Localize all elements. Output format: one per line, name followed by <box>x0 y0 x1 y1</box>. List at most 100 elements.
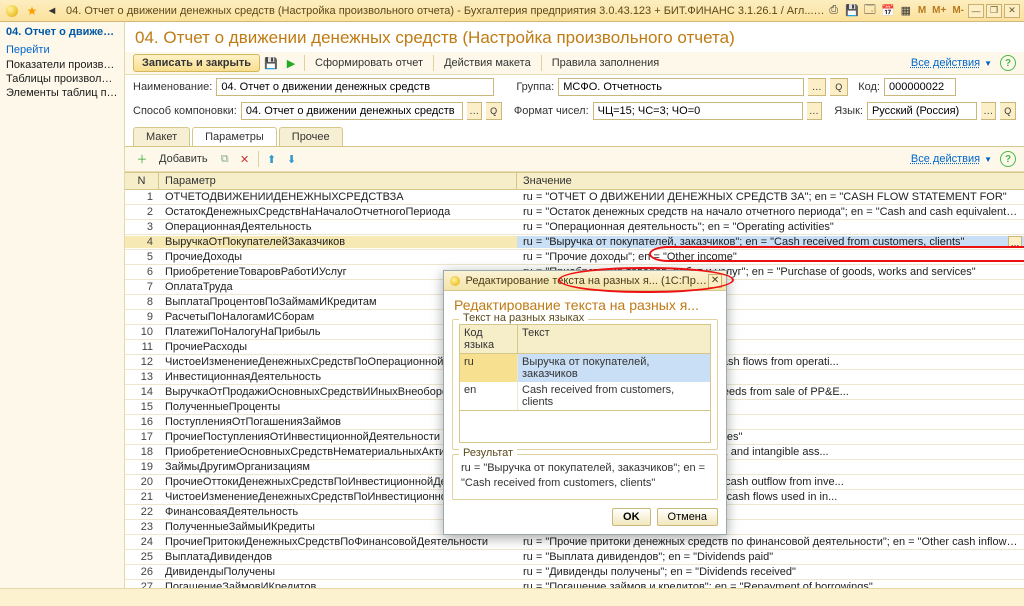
numfmt-input[interactable] <box>593 102 803 120</box>
separator <box>304 55 305 71</box>
nav-link-1[interactable]: Показатели произвольны... <box>6 58 118 72</box>
layout-select-button[interactable]: … <box>467 102 483 120</box>
favorite-icon[interactable]: ★ <box>24 3 40 19</box>
dlg-cell-text: Cash received from customers, clients <box>518 382 710 410</box>
table-row[interactable]: 1ОТЧЕТОДВИЖЕНИИДЕНЕЖНЫХСРЕДСТВЗАru = "ОТ… <box>125 190 1024 205</box>
cell-n: 22 <box>125 506 159 518</box>
tab-layout[interactable]: Макет <box>133 127 190 146</box>
table-row[interactable]: 24ПрочиеПритокиДенежныхСредствПоФинансов… <box>125 535 1024 550</box>
col-value: Значение <box>517 173 1024 189</box>
dialog-fieldset-result: Результат ru = "Выручка от покупателей, … <box>452 454 718 500</box>
dropdown-icon[interactable]: ▼ <box>984 59 992 68</box>
tb-grid-icon[interactable]: ▦ <box>898 3 914 19</box>
tb-print-icon[interactable]: ⎙ <box>826 3 842 19</box>
cell-n: 1 <box>125 191 159 203</box>
lang-select-button[interactable]: … <box>981 102 997 120</box>
cell-n: 4 <box>125 236 159 248</box>
move-up-icon[interactable]: ⬆ <box>263 150 281 168</box>
nav-link-3[interactable]: Элементы таблиц произв... <box>6 86 118 100</box>
numfmt-select-button[interactable]: … <box>807 102 823 120</box>
table-row[interactable]: 3ОперационнаяДеятельностьru = "Операцион… <box>125 220 1024 235</box>
tb-calc-icon[interactable]: 🗔 <box>862 3 878 19</box>
window-close[interactable]: ✕ <box>1004 4 1020 18</box>
nav-link-2[interactable]: Таблицы произвольных о... <box>6 72 118 86</box>
cell-value[interactable]: ru = "Выручка от покупателей, заказчиков… <box>517 236 1024 248</box>
save-icon[interactable]: 💾 <box>262 54 280 72</box>
tab-parameters[interactable]: Параметры <box>192 127 277 146</box>
name-label: Наименование: <box>133 81 212 93</box>
save-close-button[interactable]: Записать и закрыть <box>133 54 260 72</box>
dlg-cell-text: Выручка от покупателей, заказчиков <box>518 354 710 382</box>
window-restore[interactable]: ❐ <box>986 4 1002 18</box>
cell-n: 7 <box>125 281 159 293</box>
dialog-close-button[interactable]: ✕ <box>708 274 722 288</box>
cell-param: ДивидендыПолучены <box>159 566 517 578</box>
status-bar <box>0 588 1024 606</box>
grid-header: N Параметр Значение <box>125 172 1024 190</box>
fieldset-legend-texts: Текст на разных языках <box>459 312 588 324</box>
group-open-button[interactable]: Q <box>830 78 848 96</box>
help-icon[interactable]: ? <box>1000 151 1016 167</box>
cell-value: ru = "Выплата дивидендов"; en = "Dividen… <box>517 551 1024 563</box>
dialog-row[interactable]: enCash received from customers, clients <box>460 382 710 410</box>
tb-m[interactable]: M <box>916 5 928 16</box>
window-minimize[interactable]: — <box>968 4 984 18</box>
group-select-button[interactable]: … <box>808 78 826 96</box>
cell-n: 27 <box>125 581 159 588</box>
dialog-icon <box>448 273 462 289</box>
layout-actions-button[interactable]: Действия макета <box>438 55 537 71</box>
move-down-icon[interactable]: ⬇ <box>283 150 301 168</box>
name-input[interactable] <box>216 78 494 96</box>
cell-value: ru = "Прочие доходы"; en = "Other income… <box>517 251 1024 263</box>
cell-n: 10 <box>125 326 159 338</box>
cell-n: 15 <box>125 401 159 413</box>
play-icon[interactable]: ▶ <box>282 54 300 72</box>
fill-rules-button[interactable]: Правила заполнения <box>546 55 666 71</box>
dialog-ok-button[interactable]: OK <box>612 508 651 526</box>
all-actions-link[interactable]: Все действия <box>911 57 980 69</box>
cell-edit-button[interactable]: … <box>1008 236 1022 248</box>
dialog-title-text: Редактирование текста на разных я... (1С… <box>466 275 709 287</box>
dialog-cancel-button[interactable]: Отмена <box>657 508 718 526</box>
cell-param: ПрочиеДоходы <box>159 251 517 263</box>
layout-open-button[interactable]: Q <box>486 102 502 120</box>
table-row[interactable]: 5ПрочиеДоходыru = "Прочие доходы"; en = … <box>125 250 1024 265</box>
add-button[interactable]: Добавить <box>153 151 214 167</box>
fieldset-legend-result: Результат <box>459 447 517 459</box>
col-param: Параметр <box>159 173 517 189</box>
lang-input[interactable] <box>867 102 977 120</box>
dialog-grid[interactable]: ruВыручка от покупателей, заказчиковenCa… <box>459 354 711 411</box>
separator <box>433 55 434 71</box>
layout-input[interactable] <box>241 102 463 120</box>
help-icon[interactable]: ? <box>1000 55 1016 71</box>
tb-mplus[interactable]: M+ <box>930 5 948 16</box>
add-icon[interactable]: ＋ <box>133 150 151 168</box>
dialog-row[interactable]: ruВыручка от покупателей, заказчиков <box>460 354 710 382</box>
code-input[interactable] <box>884 78 956 96</box>
cell-n: 26 <box>125 566 159 578</box>
table-row[interactable]: 27ПогашениеЗаймовИКредитовru = "Погашени… <box>125 580 1024 588</box>
history-back-icon[interactable]: ◄ <box>44 3 60 19</box>
cell-value: ru = "Остаток денежных средств на начало… <box>517 206 1024 218</box>
nav-title: 04. Отчет о движении... <box>6 26 118 38</box>
lang-open-button[interactable]: Q <box>1000 102 1016 120</box>
delete-icon[interactable]: ✕ <box>236 150 254 168</box>
tab-other[interactable]: Прочее <box>279 127 343 146</box>
grid-all-actions-link[interactable]: Все действия <box>911 153 980 165</box>
form-report-button[interactable]: Сформировать отчет <box>309 55 429 71</box>
table-row[interactable]: 26ДивидендыПолученыru = "Дивиденды получ… <box>125 565 1024 580</box>
table-row[interactable]: 4ВыручкаОтПокупателейЗаказчиковru = "Выр… <box>125 235 1024 250</box>
copy-icon[interactable]: ⧉ <box>216 150 234 168</box>
cell-n: 24 <box>125 536 159 548</box>
layout-label: Способ компоновки: <box>133 105 237 117</box>
cell-n: 12 <box>125 356 159 368</box>
app-titlebar: ★ ◄ 04. Отчет о движении денежных средст… <box>0 0 1024 22</box>
tb-save-icon[interactable]: 💾 <box>844 3 860 19</box>
tb-mminus[interactable]: M- <box>950 5 966 16</box>
dropdown-icon[interactable]: ▼ <box>984 155 992 164</box>
table-row[interactable]: 25ВыплатаДивидендовru = "Выплата дивиден… <box>125 550 1024 565</box>
tb-calendar-icon[interactable]: 📅 <box>880 3 896 19</box>
group-input[interactable] <box>558 78 804 96</box>
cell-param: ПогашениеЗаймовИКредитов <box>159 581 517 588</box>
table-row[interactable]: 2ОстатокДенежныхСредствНаНачалоОтчетного… <box>125 205 1024 220</box>
